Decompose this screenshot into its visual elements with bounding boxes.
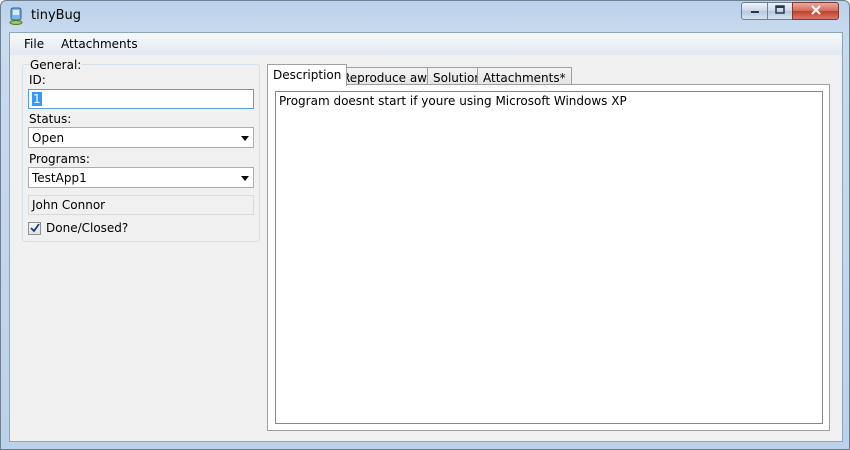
app-window: tinyBug File Attachments General: ID: 1 xyxy=(0,0,850,450)
menu-file[interactable]: File xyxy=(24,37,44,51)
status-selected-value: Open xyxy=(32,131,65,145)
programs-dropdown[interactable]: TestApp1 xyxy=(28,167,254,188)
maximize-icon xyxy=(775,4,785,18)
id-label: ID: xyxy=(29,73,46,87)
status-dropdown[interactable]: Open xyxy=(28,127,254,148)
general-group-label: General: xyxy=(29,58,83,72)
minimize-icon xyxy=(750,5,760,18)
done-checkbox[interactable] xyxy=(28,222,41,235)
maximize-button[interactable] xyxy=(767,2,793,20)
id-input[interactable]: 1 xyxy=(28,89,254,109)
id-value: 1 xyxy=(32,92,42,106)
check-icon xyxy=(30,223,40,233)
description-tab-panel: Program doesnt start if youre using Micr… xyxy=(267,84,830,431)
window-title: tinyBug xyxy=(31,8,82,23)
chevron-down-icon xyxy=(241,136,249,141)
minimize-button[interactable] xyxy=(741,2,768,20)
client-area: File Attachments General: ID: 1 Status: … xyxy=(9,32,843,442)
status-label: Status: xyxy=(29,112,72,126)
tab-description[interactable]: Description xyxy=(267,64,348,86)
programs-selected-value: TestApp1 xyxy=(32,171,87,185)
description-textarea[interactable]: Program doesnt start if youre using Micr… xyxy=(275,91,823,424)
close-icon xyxy=(810,4,822,18)
bug-app-icon[interactable] xyxy=(9,7,25,25)
menu-bar: File Attachments xyxy=(10,33,842,55)
chevron-down-icon xyxy=(241,176,249,181)
assignee-field: John Connor xyxy=(28,195,254,215)
programs-label: Programs: xyxy=(29,152,90,166)
description-text: Program doesnt start if youre using Micr… xyxy=(279,94,627,108)
close-button[interactable] xyxy=(792,2,839,20)
done-label[interactable]: Done/Closed? xyxy=(46,221,128,235)
menu-attachments[interactable]: Attachments xyxy=(61,37,138,51)
title-bar[interactable]: tinyBug xyxy=(1,1,849,31)
